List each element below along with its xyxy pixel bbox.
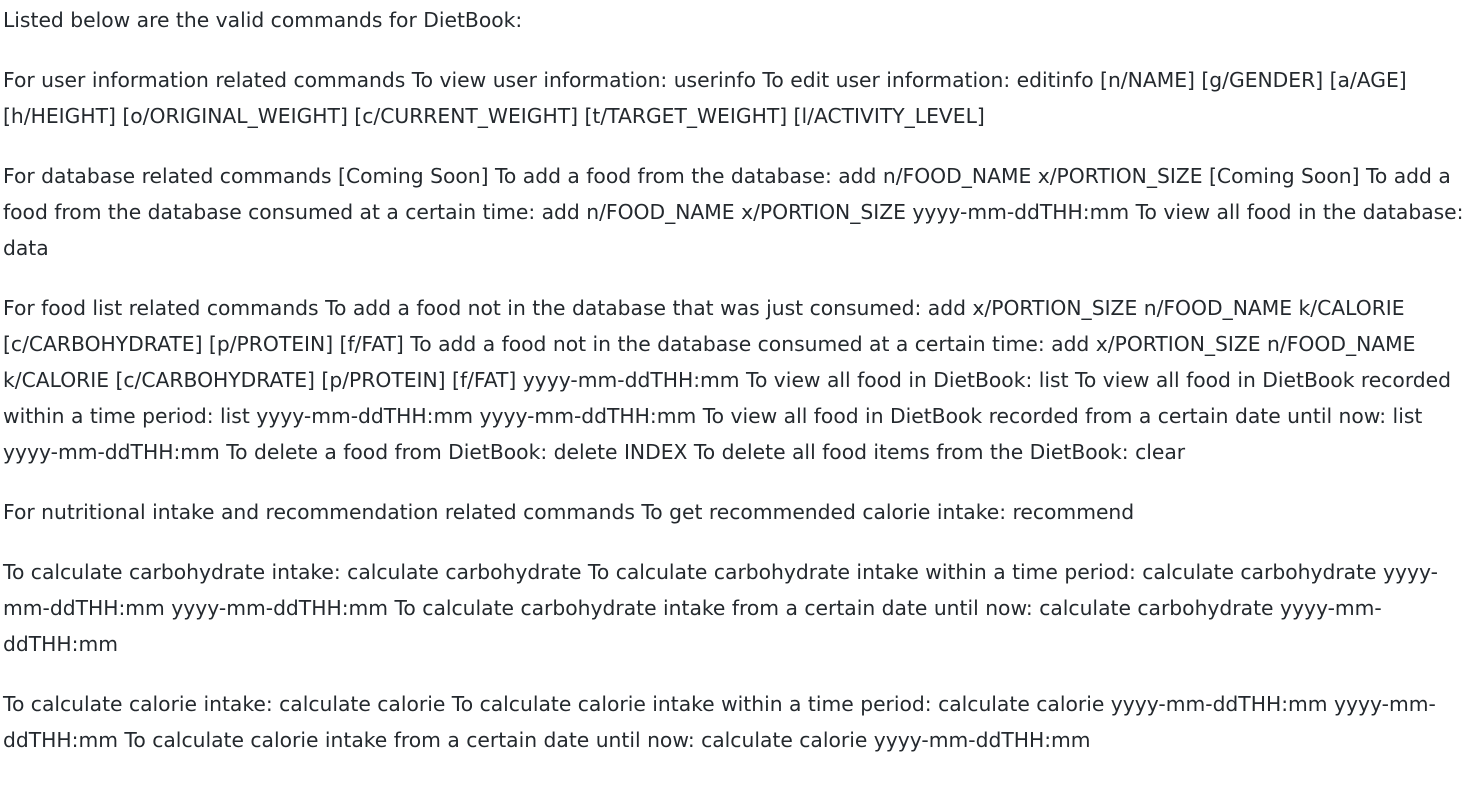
nutrition-commands-paragraph: For nutritional intake and recommendatio… (3, 500, 1135, 524)
help-text-document: Listed below are the valid commands for … (3, 2, 1477, 758)
user-info-commands-paragraph: For user information related commands To… (3, 68, 1407, 128)
database-commands-paragraph: For database related commands [Coming So… (3, 164, 1464, 260)
food-list-commands-paragraph: For food list related commands To add a … (3, 296, 1452, 464)
intro-paragraph: Listed below are the valid commands for … (3, 8, 523, 32)
calorie-commands-paragraph: To calculate calorie intake: calculate c… (3, 692, 1436, 752)
carbohydrate-commands-paragraph: To calculate carbohydrate intake: calcul… (3, 560, 1438, 656)
